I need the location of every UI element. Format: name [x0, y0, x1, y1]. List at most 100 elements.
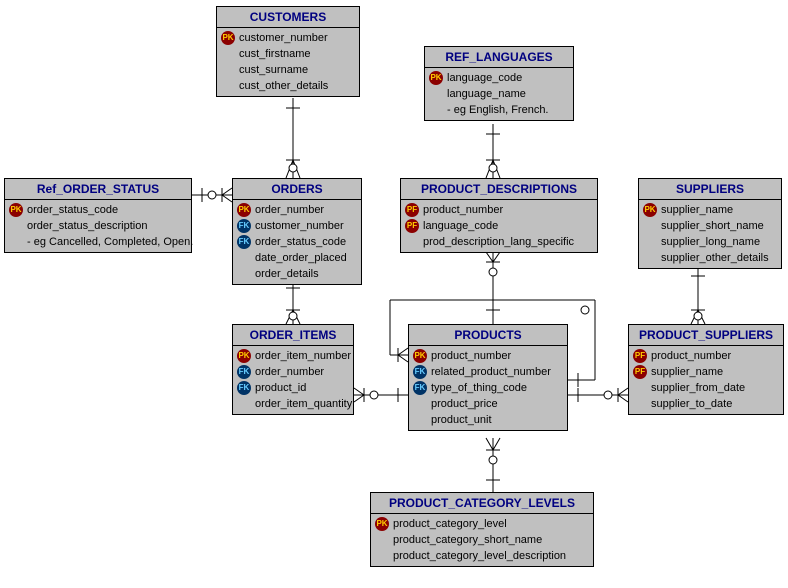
attribute-name: order_item_quantity [255, 397, 352, 411]
key-badge [237, 397, 251, 411]
attribute-row: supplier_to_date [633, 396, 779, 412]
attribute-name: language_code [423, 219, 498, 233]
key-badge [643, 251, 657, 265]
attribute-row: order_status_description [9, 218, 187, 234]
attribute-row: FK order_status_code [237, 234, 357, 250]
attribute-row: PF supplier_name [633, 364, 779, 380]
key-badge [9, 219, 23, 233]
entity-body: PKcustomer_numbercust_firstname cust_surn… [217, 28, 359, 96]
key-badge [375, 549, 389, 563]
attribute-row: - eg Cancelled, Completed, Open. [9, 234, 187, 250]
entity-product-descriptions: PRODUCT_DESCRIPTIONS PFproduct_numberPFl… [400, 178, 598, 253]
attribute-name: - eg Cancelled, Completed, Open. [27, 235, 193, 249]
key-badge [413, 413, 427, 427]
key-badge [413, 397, 427, 411]
key-badge: FK [413, 381, 427, 395]
entity-ref-order-status: Ref_ORDER_STATUS PKorder_status_codeorde… [4, 178, 192, 253]
key-badge: PK [413, 349, 427, 363]
entity-suppliers: SUPPLIERS PK supplier_name supplier_short_… [638, 178, 782, 269]
key-badge: PF [633, 365, 647, 379]
entity-body: PKlanguage_codelanguage_name - eg English… [425, 68, 573, 120]
attribute-row: language_name [429, 86, 569, 102]
entity-title: ORDERS [233, 179, 361, 200]
attribute-name: supplier_name [651, 365, 723, 379]
key-badge [237, 251, 251, 265]
entity-title: SUPPLIERS [639, 179, 781, 200]
entity-body: PKproduct_numberFKrelated_product_number… [409, 346, 567, 430]
attribute-row: FKproduct_id [237, 380, 349, 396]
attribute-row: PKlanguage_code [429, 70, 569, 86]
entity-body: PFproduct_numberPFsupplier_namesupplier_… [629, 346, 783, 414]
entity-ref-languages: REF_LANGUAGES PKlanguage_codelanguage_na… [424, 46, 574, 121]
key-badge [633, 397, 647, 411]
attribute-row: order_details [237, 266, 357, 282]
key-badge: PK [9, 203, 23, 217]
attribute-row: FKorder_number [237, 364, 349, 380]
key-badge: PK [375, 517, 389, 531]
key-badge [429, 87, 443, 101]
attribute-row: FKcustomer_number [237, 218, 357, 234]
key-badge [237, 267, 251, 281]
attribute-row: - eg English, French. [429, 102, 569, 118]
attribute-row: PK product_number [413, 348, 563, 364]
key-badge: FK [237, 219, 251, 233]
entity-orders: ORDERS PK order_numberFKcustomer_numberFK… [232, 178, 362, 285]
attribute-name: product_unit [431, 413, 492, 427]
key-badge [633, 381, 647, 395]
attribute-name: order_number [255, 365, 324, 379]
key-badge: PF [405, 203, 419, 217]
attribute-name: supplier_name [661, 203, 733, 217]
attribute-row: date_order_placed [237, 250, 357, 266]
key-badge: PK [643, 203, 657, 217]
entity-title: REF_LANGUAGES [425, 47, 573, 68]
attribute-name: product_category_level [393, 517, 507, 531]
attribute-row: PK product_category_level [375, 516, 589, 532]
attribute-name: product_number [431, 349, 511, 363]
attribute-name: type_of_thing_code [431, 381, 527, 395]
attribute-name: product_number [651, 349, 731, 363]
key-badge [405, 235, 419, 249]
attribute-row: PK order_number [237, 202, 357, 218]
entity-body: PK order_numberFKcustomer_numberFK order_s… [233, 200, 361, 284]
key-badge [9, 235, 23, 249]
entity-product-category-levels: PRODUCT_CATEGORY_LEVELS PKproduct_catego… [370, 492, 594, 567]
attribute-row: supplier_long_name [643, 234, 777, 250]
attribute-name: order_item_number [255, 349, 351, 363]
attribute-row: FKrelated_product_number [413, 364, 563, 380]
attribute-name: cust_firstname [239, 47, 311, 61]
attribute-row: supplier_from_date [633, 380, 779, 396]
attribute-row: order_item_quantity [237, 396, 349, 412]
attribute-row: PKcustomer_number [221, 30, 355, 46]
attribute-row: supplier_other_details [643, 250, 777, 266]
attribute-name: supplier_short_name [661, 219, 764, 233]
entity-body: PF product_numberPFlanguage_codeprod_desc… [401, 200, 597, 252]
attribute-name: - eg English, French. [447, 103, 549, 117]
attribute-name: product_id [255, 381, 306, 395]
entity-body: PKorder_item_numberFKorder_numberFKprodu… [233, 346, 353, 414]
attribute-row: PKorder_item_number [237, 348, 349, 364]
key-badge: PF [633, 349, 647, 363]
attribute-name: cust_surname [239, 63, 308, 77]
key-badge: FK [237, 235, 251, 249]
attribute-name: product_price [431, 397, 498, 411]
entity-title: CUSTOMERS [217, 7, 359, 28]
attribute-name: product_number [423, 203, 503, 217]
attribute-name: language_code [447, 71, 522, 85]
entity-body: PK product_category_level product_category… [371, 514, 593, 566]
attribute-name: order_details [255, 267, 319, 281]
attribute-row: prod_description_lang_specific [405, 234, 593, 250]
attribute-name: order_status_code [255, 235, 346, 249]
attribute-row: product_price [413, 396, 563, 412]
key-badge: PK [237, 203, 251, 217]
entity-customers: CUSTOMERS PKcustomer_numbercust_firstnam… [216, 6, 360, 97]
key-badge [221, 63, 235, 77]
attribute-name: related_product_number [431, 365, 551, 379]
attribute-row: product_category_level_description [375, 548, 589, 564]
entity-body: PKorder_status_codeorder_status_descript… [5, 200, 191, 252]
attribute-row: PFlanguage_code [405, 218, 593, 234]
key-badge: PK [221, 31, 235, 45]
attribute-name: order_number [255, 203, 324, 217]
attribute-row: FK type_of_thing_code [413, 380, 563, 396]
attribute-name: language_name [447, 87, 526, 101]
attribute-row: cust_surname [221, 62, 355, 78]
